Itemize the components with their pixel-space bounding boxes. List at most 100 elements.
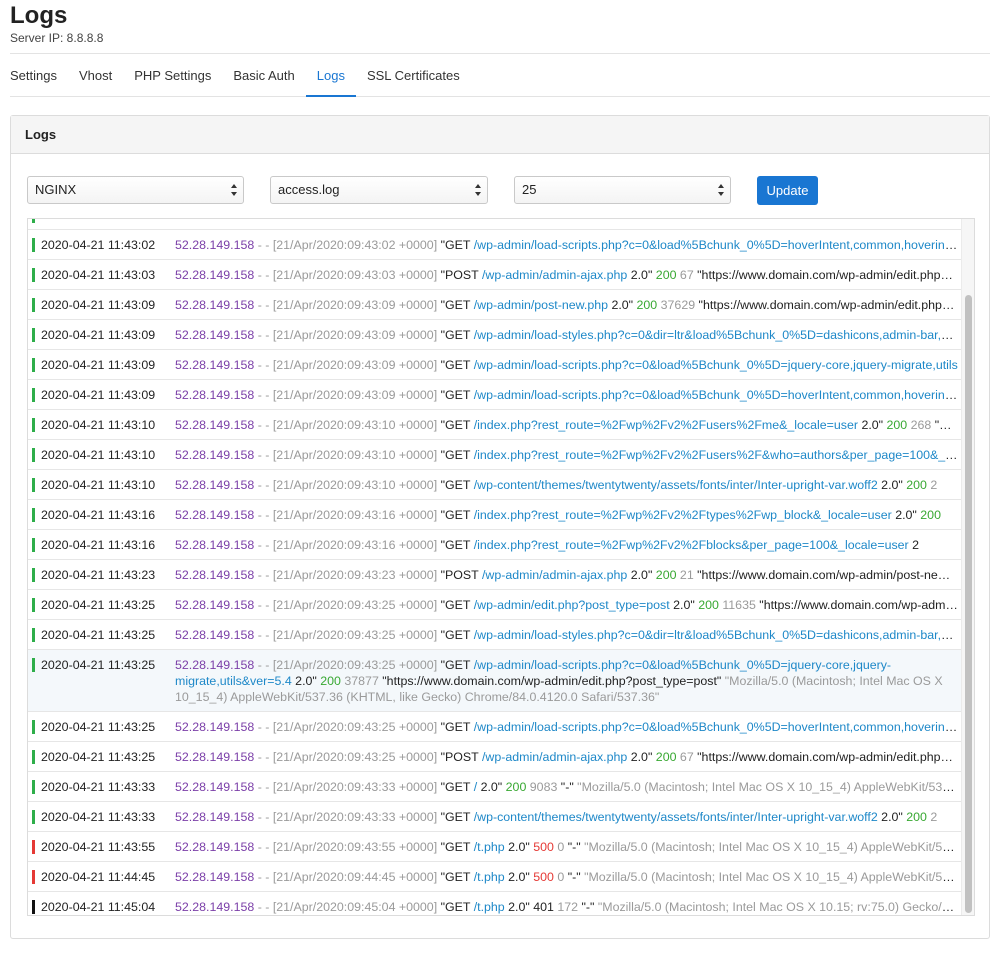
log-method: "POST	[440, 750, 482, 764]
log-method: "GET	[440, 448, 474, 462]
log-ip: 52.28.149.158	[175, 810, 255, 824]
log-path[interactable]: /index.php?rest_route=%2Fwp%2Fv2%2Fusers…	[474, 448, 962, 462]
log-path[interactable]: /wp-content/themes/twentytwenty/assets/f…	[474, 810, 878, 824]
log-source-select[interactable]: NGINX	[27, 176, 244, 204]
tab-logs[interactable]: Logs	[305, 54, 357, 97]
log-timestamp: 2020-04-21 11:43:25	[41, 750, 156, 764]
tab-php-settings[interactable]: PHP Settings	[123, 54, 222, 96]
log-row[interactable]: 2020-04-21 11:43:23 52.28.149.158 - - [21…	[28, 560, 962, 590]
log-ident: - - [21/Apr/2020:09:43:33 +0000]	[254, 780, 441, 794]
log-size: 11635	[718, 598, 756, 612]
log-row[interactable]: 2020-04-21 11:43:16 52.28.149.158 - - [21…	[28, 530, 962, 560]
log-method: "GET	[440, 658, 474, 672]
log-row[interactable]: 2020-04-21 11:43:09 52.28.149.158 - - [21…	[28, 320, 962, 350]
log-referer: "-"	[564, 870, 585, 884]
log-path[interactable]: /t.php	[474, 870, 505, 884]
log-row[interactable]: 2020-04-21 11:43:09 52.28.149.158 - - [21…	[28, 380, 962, 410]
log-path[interactable]: /wp-admin/admin-ajax.php	[482, 268, 627, 282]
log-path[interactable]: /index.php?rest_route=%2Fwp%2Fv2%2Ftypes…	[474, 508, 892, 522]
log-method: "GET	[440, 900, 474, 914]
log-row[interactable]: 2020-04-21 11:43:09 52.28.149.158 - - [21…	[28, 290, 962, 320]
log-path[interactable]: /wp-admin/load-scripts.php?c=0&load%5Bch…	[474, 238, 962, 252]
log-message: 52.28.149.158 - - [21/Apr/2020:09:43:03 …	[175, 260, 962, 283]
log-ident: - - [21/Apr/2020:09:43:03 +0000]	[254, 268, 441, 282]
log-path[interactable]: /wp-admin/post-new.php	[474, 298, 608, 312]
log-row[interactable]: 2020-04-21 11:43:25 52.28.149.158 - - [21…	[28, 590, 962, 620]
logs-panel: Logs NGINX access.log 25 Update 2020-04-…	[10, 115, 990, 939]
log-row[interactable]: 2020-04-21 11:43:02 52.28.149.158 - - [21…	[28, 230, 962, 260]
log-message: 52.28.149.158 - - [21/Apr/2020:09:43:25 …	[175, 712, 962, 735]
log-ident: - - [21/Apr/2020:09:43:09 +0000]	[254, 358, 441, 372]
log-file-value: access.log	[278, 182, 340, 197]
log-timestamp: 2020-04-21 11:43:25	[41, 658, 156, 672]
log-timestamp: 2020-04-21 11:43:25	[41, 720, 156, 734]
tab-ssl-certificates[interactable]: SSL Certificates	[356, 54, 471, 96]
tab-vhost[interactable]: Vhost	[68, 54, 123, 96]
log-timestamp: 2020-04-21 11:43:16	[41, 508, 156, 522]
log-timestamp: 2020-04-21 11:43:23	[41, 568, 156, 582]
log-path[interactable]: /wp-admin/load-scripts.php?c=0&load%5Bch…	[474, 358, 958, 372]
log-row[interactable]: 2020-04-21 11:43:33 52.28.149.158 - - [21…	[28, 802, 962, 832]
scrollbar-thumb[interactable]	[965, 295, 972, 913]
log-path[interactable]: /t.php	[474, 840, 505, 854]
log-message: 52.28.149.158 - - [21/Apr/2020:09:43:10 …	[175, 410, 962, 433]
log-row[interactable]: 2020-04-21 11:43:10 52.28.149.158 - - [21…	[28, 470, 962, 500]
log-path[interactable]: /wp-admin/admin-ajax.php	[482, 568, 627, 582]
log-list[interactable]: 2020-04-21 11:43:02 52.28.149.158 - - [21…	[27, 218, 975, 916]
log-path[interactable]: /wp-admin/admin-ajax.php	[482, 750, 627, 764]
log-ip: 52.28.149.158	[175, 478, 255, 492]
log-path[interactable]: /wp-admin/edit.php?post_type=post	[474, 598, 670, 612]
log-row[interactable]: 2020-04-21 11:43:16 52.28.149.158 - - [21…	[28, 500, 962, 530]
log-method: "GET	[440, 238, 474, 252]
log-path[interactable]: /wp-admin/load-styles.php?c=0&dir=ltr&lo…	[474, 328, 962, 342]
log-ip: 52.28.149.158	[175, 720, 255, 734]
log-row[interactable]: 2020-04-21 11:44:45 52.28.149.158 - - [21…	[28, 862, 962, 892]
log-path[interactable]: /wp-admin/load-styles.php?c=0&dir=ltr&lo…	[474, 628, 962, 642]
log-row[interactable]: 2020-04-21 11:43:55 52.28.149.158 - - [21…	[28, 832, 962, 862]
log-row[interactable]: 2020-04-21 11:43:09 52.28.149.158 - - [21…	[28, 350, 962, 380]
log-message: 52.28.149.158 - - [21/Apr/2020:09:43:23 …	[175, 560, 962, 583]
log-row[interactable]: 2020-04-21 11:43:03 52.28.149.158 - - [21…	[28, 260, 962, 290]
select-arrows-icon	[231, 184, 237, 196]
log-path[interactable]: /wp-admin/load-scripts.php?c=0&load%5Bch…	[474, 388, 962, 402]
line-count-select[interactable]: 25	[514, 176, 731, 204]
log-referer: "https://www.domain.com/wp-admin/edit.ph…	[697, 268, 962, 282]
log-path[interactable]: /wp-admin/load-scripts.php?c=0&load%5Bch…	[474, 720, 962, 734]
log-size: 9083	[526, 780, 558, 794]
log-size: 67	[676, 268, 694, 282]
log-row[interactable]: 2020-04-21 11:43:25 52.28.149.158 - - [21…	[28, 712, 962, 742]
log-method: "GET	[440, 628, 474, 642]
log-size: 172	[553, 900, 579, 914]
log-row[interactable]: 2020-04-21 11:43:10 52.28.149.158 - - [21…	[28, 440, 962, 470]
log-path[interactable]: /index.php?rest_route=%2Fwp%2Fv2%2Fusers…	[474, 418, 858, 432]
log-ip: 52.28.149.158	[175, 598, 255, 612]
log-ip: 52.28.149.158	[175, 870, 255, 884]
log-row[interactable]: 2020-04-21 11:43:33 52.28.149.158 - - [21…	[28, 772, 962, 802]
log-row[interactable]: 2020-04-21 11:43:10 52.28.149.158 - - [21…	[28, 410, 962, 440]
log-status-code: 200	[906, 478, 927, 492]
log-message: 52.28.149.158 - - [21/Apr/2020:09:43:25 …	[175, 590, 962, 613]
log-message: 52.28.149.158 - - [21/Apr/2020:09:44:45 …	[175, 862, 962, 885]
update-button[interactable]: Update	[757, 175, 818, 205]
tab-settings[interactable]: Settings	[10, 54, 68, 96]
log-ident: - - [21/Apr/2020:09:43:09 +0000]	[254, 298, 441, 312]
log-method: "GET	[440, 508, 474, 522]
log-timestamp: 2020-04-21 11:43:55	[41, 840, 156, 854]
log-row[interactable]: 2020-04-21 11:43:25 52.28.149.158 - - [21…	[28, 620, 962, 650]
log-timestamp: 2020-04-21 11:43:33	[41, 810, 156, 824]
log-row[interactable]	[28, 219, 962, 230]
tab-basic-auth[interactable]: Basic Auth	[222, 54, 305, 96]
log-path[interactable]: /wp-content/themes/twentytwenty/assets/f…	[474, 478, 878, 492]
log-path[interactable]: /t.php	[474, 900, 505, 914]
log-row[interactable]: 2020-04-21 11:43:25 52.28.149.158 - - [21…	[28, 650, 962, 712]
log-ip: 52.28.149.158	[175, 358, 255, 372]
scrollbar[interactable]	[961, 219, 974, 915]
log-timestamp: 2020-04-21 11:43:09	[41, 298, 156, 312]
log-path[interactable]: /index.php?rest_route=%2Fwp%2Fv2%2Fblock…	[474, 538, 909, 552]
log-row[interactable]: 2020-04-21 11:45:04 52.28.149.158 - - [21…	[28, 892, 962, 915]
log-timestamp: 2020-04-21 11:43:10	[41, 448, 156, 462]
log-row[interactable]: 2020-04-21 11:43:25 52.28.149.158 - - [21…	[28, 742, 962, 772]
log-file-select[interactable]: access.log	[270, 176, 488, 204]
select-arrows-icon	[475, 184, 481, 196]
log-protocol: 2.0"	[504, 840, 534, 854]
